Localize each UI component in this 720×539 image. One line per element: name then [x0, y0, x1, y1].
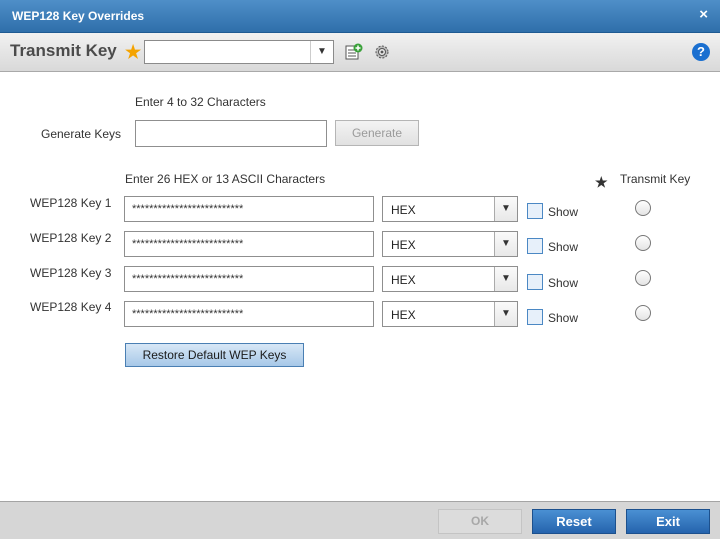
help-icon[interactable]: ? — [692, 43, 710, 61]
exit-button[interactable]: Exit — [626, 509, 710, 534]
passphrase-input[interactable] — [135, 120, 327, 147]
key-3-format-select[interactable]: HEX ▼ — [382, 266, 518, 292]
key-2-transmit-radio[interactable] — [635, 235, 651, 251]
transmit-key-select[interactable]: ▼ — [144, 40, 334, 64]
key-2-input[interactable]: ************************** — [124, 231, 374, 257]
key-1-format-value: HEX — [391, 203, 416, 217]
chevron-down-icon[interactable]: ▼ — [310, 41, 333, 63]
wep128-key-overrides-dialog: WEP128 Key Overrides × Transmit Key ★ ▼ — [0, 0, 720, 539]
key-1-show-label: Show — [548, 205, 579, 219]
key-3-input[interactable]: ************************** — [124, 266, 374, 292]
ok-button[interactable]: OK — [438, 509, 522, 534]
required-star-icon: ★ — [595, 174, 608, 190]
chevron-down-icon[interactable]: ▼ — [494, 302, 517, 326]
chevron-down-icon[interactable]: ▼ — [494, 267, 517, 291]
key-3-format-value: HEX — [391, 273, 416, 287]
generate-keys-label: Generate Keys — [41, 127, 122, 141]
generate-button[interactable]: Generate — [335, 120, 419, 146]
key-4-format-select[interactable]: HEX ▼ — [382, 301, 518, 327]
key-4-show-label: Show — [548, 311, 579, 325]
key-2-show-label: Show — [548, 240, 579, 254]
key-3-show-label: Show — [548, 276, 579, 290]
close-icon[interactable]: × — [699, 6, 708, 23]
transmit-key-label: Transmit Key — [10, 41, 117, 60]
key-4-format-value: HEX — [391, 308, 416, 322]
key-4-input[interactable]: ************************** — [124, 301, 374, 327]
key-2-format-value: HEX — [391, 238, 416, 252]
key-3-label: WEP128 Key 3 — [30, 266, 112, 280]
settings-gear-icon[interactable] — [373, 43, 391, 61]
add-item-icon[interactable] — [345, 43, 363, 61]
keys-hint: Enter 26 HEX or 13 ASCII Characters — [125, 172, 326, 186]
required-star-icon: ★ — [125, 42, 142, 62]
chevron-down-icon[interactable]: ▼ — [494, 197, 517, 221]
key-1-transmit-radio[interactable] — [635, 200, 651, 216]
key-1-format-select[interactable]: HEX ▼ — [382, 196, 518, 222]
transmit-key-column-header: Transmit Key — [620, 172, 691, 186]
chevron-down-icon[interactable]: ▼ — [494, 232, 517, 256]
key-1-show-checkbox[interactable] — [527, 203, 543, 219]
key-3-show-checkbox[interactable] — [527, 274, 543, 290]
dialog-footer: OK Reset Exit — [0, 501, 720, 539]
key-1-label: WEP128 Key 1 — [30, 196, 112, 210]
key-4-transmit-radio[interactable] — [635, 305, 651, 321]
key-2-format-select[interactable]: HEX ▼ — [382, 231, 518, 257]
key-2-show-checkbox[interactable] — [527, 238, 543, 254]
key-1-input[interactable]: ************************** — [124, 196, 374, 222]
transmit-key-toolbar: Transmit Key ★ ▼ ? — [0, 33, 720, 72]
key-3-transmit-radio[interactable] — [635, 270, 651, 286]
key-4-label: WEP128 Key 4 — [30, 300, 112, 314]
title-bar: WEP128 Key Overrides × — [0, 0, 720, 33]
dialog-title: WEP128 Key Overrides — [12, 9, 145, 23]
reset-button[interactable]: Reset — [532, 509, 616, 534]
key-4-show-checkbox[interactable] — [527, 309, 543, 325]
generate-hint: Enter 4 to 32 Characters — [135, 95, 266, 109]
key-2-label: WEP128 Key 2 — [30, 231, 112, 245]
restore-default-wep-keys-button[interactable]: Restore Default WEP Keys — [125, 343, 304, 367]
